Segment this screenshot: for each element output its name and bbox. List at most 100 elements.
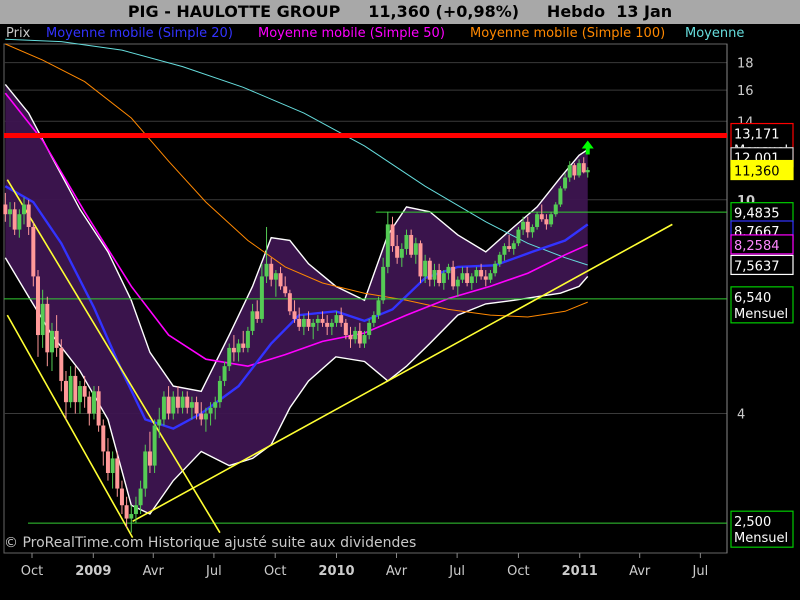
candle-body	[73, 375, 78, 403]
candle-body	[194, 402, 199, 414]
candle-body	[96, 391, 101, 426]
candle-body	[278, 273, 283, 287]
candle-body	[497, 254, 502, 264]
candle-body	[535, 214, 540, 227]
candle-body	[409, 234, 414, 255]
candle-body	[175, 396, 180, 408]
candle-body	[334, 315, 339, 323]
candle-body	[469, 276, 474, 283]
candle-body	[101, 425, 106, 452]
x-tick-label: Oct	[264, 564, 286, 579]
candle-body	[381, 266, 386, 301]
x-tick-label: 2011	[562, 564, 598, 579]
candle-body	[511, 243, 516, 249]
candle-body	[367, 322, 372, 336]
candle-body	[301, 318, 306, 327]
candle-body	[40, 303, 45, 336]
candle-body	[558, 188, 563, 205]
candle-body	[133, 505, 138, 515]
candle-body	[241, 343, 246, 348]
candle-body	[581, 163, 586, 173]
candle-body	[273, 273, 278, 280]
price-label-period: Mensuel	[734, 307, 788, 322]
candle-body	[63, 380, 68, 403]
candle-body	[77, 386, 82, 403]
candle-body	[451, 266, 456, 287]
price-label-value: 8,2584	[734, 239, 780, 254]
candle-body	[362, 335, 367, 344]
candle-body	[395, 246, 400, 258]
legend-item: Moyenne	[685, 26, 745, 41]
candle-body	[171, 396, 176, 414]
x-tick-label: Oct	[507, 564, 529, 579]
candle-body	[26, 204, 31, 227]
candle-body	[283, 286, 288, 294]
y-tick-label: 18	[737, 57, 754, 72]
chart-canvas[interactable]: 181614104Oct 2009 Avr Jul Oct 2010 Avr Jul Oct 20…	[0, 24, 800, 600]
candle-body	[217, 380, 222, 403]
candle-body	[563, 177, 568, 189]
candle-body	[530, 226, 535, 233]
candle-body	[138, 488, 143, 506]
candle-body	[199, 413, 204, 420]
candle-body	[423, 260, 428, 277]
candle-body	[488, 273, 493, 280]
candle-body	[245, 330, 250, 348]
candle-body	[432, 270, 437, 280]
candle-body	[129, 514, 134, 519]
candle-body	[455, 279, 460, 287]
candle-body	[549, 214, 554, 225]
x-tick-label: Avr	[143, 564, 165, 579]
candle-body	[311, 322, 316, 327]
candle-body	[35, 276, 40, 336]
candle-body	[152, 425, 157, 466]
candle-body	[203, 413, 208, 420]
candle-body	[525, 221, 530, 233]
candle-body	[493, 263, 498, 274]
candle-body	[157, 419, 162, 426]
candle-body	[105, 451, 110, 473]
candle-body	[441, 273, 446, 283]
x-tick-label: 2010	[318, 564, 354, 579]
candle-body	[385, 224, 390, 267]
chart-title: PIG - HAULOTTE GROUP 11,360 (+0,98%) Heb…	[0, 0, 800, 24]
candle-body	[353, 330, 358, 340]
y-tick-label: 4	[737, 408, 745, 423]
candle-body	[231, 347, 236, 353]
legend-item: Moyenne mobile (Simple 20)	[46, 26, 233, 41]
candle-body	[502, 246, 507, 255]
candle-body	[390, 224, 395, 247]
price-label-period: Mensuel	[734, 531, 788, 546]
candle-body	[479, 270, 484, 277]
price-label-value: 2,500	[734, 515, 771, 530]
candle-body	[483, 276, 488, 280]
candle-body	[460, 273, 465, 280]
candle-body	[446, 266, 451, 274]
candle-body	[213, 402, 218, 408]
candle-body	[227, 347, 232, 367]
candle-body	[348, 335, 353, 340]
candle-body	[147, 451, 152, 466]
candle-body	[264, 263, 269, 277]
candle-body	[124, 505, 129, 519]
candle-body	[553, 204, 558, 215]
candle-body	[572, 165, 577, 176]
y-tick-label: 16	[737, 84, 754, 99]
price-label-value: 6,540	[734, 291, 771, 306]
price-label-value: 9,4835	[734, 207, 780, 222]
candle-body	[143, 451, 148, 489]
candle-body	[49, 330, 54, 353]
candle-body	[166, 396, 171, 414]
x-tick-label: Avr	[629, 564, 651, 579]
candle-body	[21, 204, 26, 215]
candle-body	[539, 214, 544, 220]
candle-body	[3, 204, 8, 215]
candle-body	[259, 276, 264, 319]
x-tick-label: Jul	[448, 564, 465, 579]
price-label-value: 13,171	[734, 128, 780, 143]
candle-body	[474, 270, 479, 277]
candle-body	[115, 458, 120, 489]
candle-body	[222, 366, 227, 381]
candle-body	[418, 243, 423, 277]
candle-body	[68, 375, 73, 403]
